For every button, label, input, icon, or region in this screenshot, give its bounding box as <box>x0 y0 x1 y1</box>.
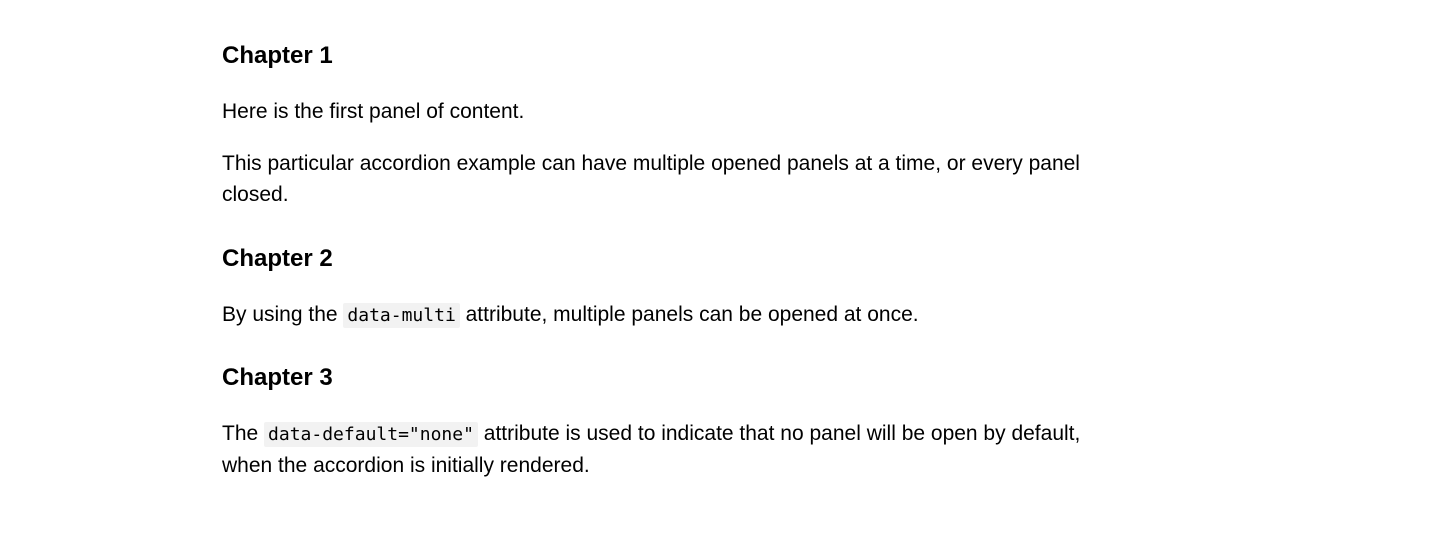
text-span: Here is the first panel of content. <box>222 100 524 123</box>
chapter-1-paragraph-1: Here is the first panel of content. <box>222 96 1092 128</box>
code-span: data-default="none" <box>264 422 478 447</box>
text-span: The <box>222 422 264 445</box>
document-content: Chapter 1 Here is the first panel of con… <box>222 38 1092 481</box>
chapter-3-heading: Chapter 3 <box>222 360 1092 396</box>
chapter-1-heading: Chapter 1 <box>222 38 1092 74</box>
text-span: By using the <box>222 303 343 326</box>
chapter-3-paragraph-1: The data-default="none" attribute is use… <box>222 418 1092 481</box>
text-span: attribute, multiple panels can be opened… <box>460 303 919 326</box>
text-span: This particular accordion example can ha… <box>222 152 1080 207</box>
chapter-2-heading: Chapter 2 <box>222 241 1092 277</box>
chapter-2-paragraph-1: By using the data-multi attribute, multi… <box>222 299 1092 331</box>
code-span: data-multi <box>343 303 459 328</box>
chapter-1-paragraph-2: This particular accordion example can ha… <box>222 148 1092 211</box>
